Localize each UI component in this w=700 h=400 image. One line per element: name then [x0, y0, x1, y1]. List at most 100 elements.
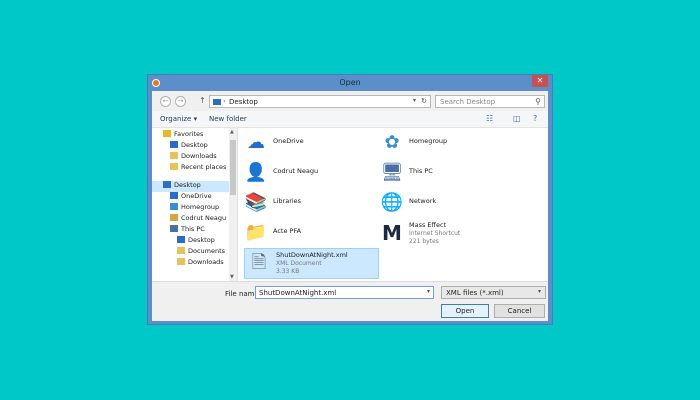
- nav-item-label: Desktop: [174, 181, 201, 189]
- folder-icon: [177, 258, 185, 265]
- scroll-down-icon[interactable]: ▼: [230, 274, 234, 280]
- file-item[interactable]: 🌐 Network: [378, 189, 513, 217]
- computer-icon: [170, 225, 178, 232]
- nav-item-label: OneDrive: [181, 192, 212, 200]
- refresh-icon[interactable]: ↻: [421, 97, 427, 105]
- forward-button[interactable]: →: [175, 96, 186, 107]
- cloud-icon: [170, 192, 178, 199]
- toolbar: Organize ▾ New folder ☷ ◫ ?: [152, 111, 548, 128]
- breadcrumb-separator: ›: [223, 97, 226, 105]
- nav-item[interactable]: Codrut Neagu: [170, 214, 226, 225]
- open-button[interactable]: Open: [441, 304, 489, 318]
- nav-item-label: Favorites: [174, 130, 204, 138]
- file-type-value: XML files (*.xml): [446, 289, 504, 297]
- nav-scrollbar[interactable]: ▲ ▼: [229, 128, 237, 281]
- file-icon: M: [382, 221, 402, 245]
- organize-button[interactable]: Organize ▾: [160, 115, 197, 123]
- nav-item-label: Documents: [188, 247, 226, 255]
- desktop-icon: [177, 236, 185, 243]
- file-name: OneDrive: [273, 137, 304, 145]
- bottom-panel: File name: ShutDownAtNight.xml ▾ XML fil…: [152, 281, 548, 321]
- nav-item[interactable]: This PC: [170, 225, 205, 236]
- dialog-body: ← → ↑ › Desktop ▾ ↻ Search Desktop ⚲ Org…: [152, 91, 548, 321]
- scroll-thumb[interactable]: [230, 140, 236, 195]
- file-type: XML Document: [276, 260, 322, 267]
- file-type-select[interactable]: XML files (*.xml) ▾: [441, 286, 546, 299]
- file-icon: 🗎: [251, 252, 267, 273]
- folder-icon: [177, 247, 185, 254]
- nav-item-label: Recent places: [181, 163, 227, 171]
- file-size: 221 bytes: [409, 238, 439, 245]
- file-icon: 📁: [244, 222, 268, 243]
- file-item[interactable]: ✿ Homegroup: [378, 129, 513, 157]
- file-name: Acte PFA: [273, 227, 302, 235]
- nav-item[interactable]: Downloads: [177, 258, 224, 269]
- nav-item[interactable]: Desktop: [170, 141, 208, 152]
- nav-item[interactable]: OneDrive: [170, 192, 212, 203]
- search-icon[interactable]: ⚲: [535, 97, 541, 106]
- folder-icon: [170, 152, 178, 159]
- address-bar[interactable]: › Desktop ▾ ↻: [209, 95, 431, 108]
- nav-item[interactable]: Homegroup: [170, 203, 219, 214]
- file-item[interactable]: 📁 Acte PFA: [242, 219, 377, 247]
- user-icon: [170, 214, 178, 221]
- address-row: ← → ↑ › Desktop ▾ ↻ Search Desktop ⚲: [152, 91, 548, 111]
- nav-item[interactable]: Desktop: [152, 181, 229, 192]
- file-icon: 👤: [244, 162, 268, 183]
- file-name: Libraries: [273, 197, 302, 205]
- file-icon: 🌐: [380, 192, 404, 213]
- window-title: Open: [339, 78, 361, 87]
- file-item[interactable]: M Mass Effect Internet Shortcut 221 bytes: [378, 219, 513, 247]
- nav-item-label: Downloads: [181, 152, 217, 160]
- nav-item[interactable]: Recent places: [170, 163, 226, 174]
- view-options-icon[interactable]: ☷: [486, 114, 493, 123]
- breadcrumb-desktop[interactable]: Desktop: [229, 98, 258, 106]
- desktop-icon: [163, 181, 171, 188]
- up-button[interactable]: ↑: [199, 96, 206, 105]
- desktop-icon: [170, 141, 178, 148]
- open-dialog: Open ✕ ← → ↑ › Desktop ▾ ↻ Search Deskto…: [147, 74, 553, 325]
- file-name: Homegroup: [409, 137, 448, 145]
- star-icon: [163, 130, 171, 137]
- file-icon: ✿: [384, 132, 400, 153]
- file-item[interactable]: 🗎 ShutDownAtNight.xml XML Document 3.33 KB: [244, 248, 379, 279]
- search-placeholder: Search Desktop: [440, 98, 496, 106]
- chevron-down-icon: ▾: [537, 288, 541, 295]
- file-name: Mass Effect: [409, 221, 447, 229]
- new-folder-button[interactable]: New folder: [209, 115, 247, 123]
- preview-pane-icon[interactable]: ◫: [513, 114, 521, 123]
- file-item[interactable]: 👤 Codrut Neagu: [242, 159, 377, 187]
- desktop-icon: [213, 99, 221, 105]
- cancel-button[interactable]: Cancel: [494, 304, 545, 318]
- nav-item[interactable]: Downloads: [170, 152, 217, 163]
- file-name-input[interactable]: ShutDownAtNight.xml ▾: [255, 286, 434, 299]
- nav-item[interactable]: Favorites: [163, 130, 203, 141]
- nav-item-label: This PC: [181, 225, 205, 233]
- file-name: This PC: [409, 167, 433, 175]
- file-name-value: ShutDownAtNight.xml: [259, 289, 337, 297]
- homegroup-icon: [170, 203, 178, 210]
- search-input[interactable]: Search Desktop ⚲: [435, 95, 545, 108]
- file-name: Codrut Neagu: [273, 167, 319, 175]
- file-size: 3.33 KB: [276, 268, 300, 275]
- file-type: Internet Shortcut: [409, 230, 461, 237]
- help-icon[interactable]: ?: [533, 114, 537, 123]
- file-item[interactable]: ☁ OneDrive: [242, 129, 377, 157]
- scroll-up-icon[interactable]: ▲: [230, 129, 234, 135]
- file-item[interactable]: 🖥 This PC: [378, 159, 513, 187]
- nav-item-label: Desktop: [188, 236, 215, 244]
- chevron-down-icon[interactable]: ▾: [413, 97, 416, 104]
- nav-item[interactable]: Desktop: [177, 236, 215, 247]
- file-list: ☁ OneDrive ✿ Homegroup 👤 Codrut Neagu 🖥 This PC…: [239, 128, 548, 281]
- file-item[interactable]: 📚 Libraries: [242, 189, 377, 217]
- file-icon: 📚: [244, 192, 268, 213]
- nav-item-label: Downloads: [188, 258, 224, 266]
- close-button[interactable]: ✕: [532, 75, 548, 87]
- nav-item[interactable]: Documents: [177, 247, 225, 258]
- chevron-down-icon[interactable]: ▾: [427, 288, 430, 295]
- nav-item-label: Codrut Neagu: [181, 214, 227, 222]
- file-icon: 🖥: [380, 162, 404, 183]
- file-name: Network: [409, 197, 437, 205]
- nav-item-label: Desktop: [181, 141, 208, 149]
- back-button[interactable]: ←: [160, 96, 171, 107]
